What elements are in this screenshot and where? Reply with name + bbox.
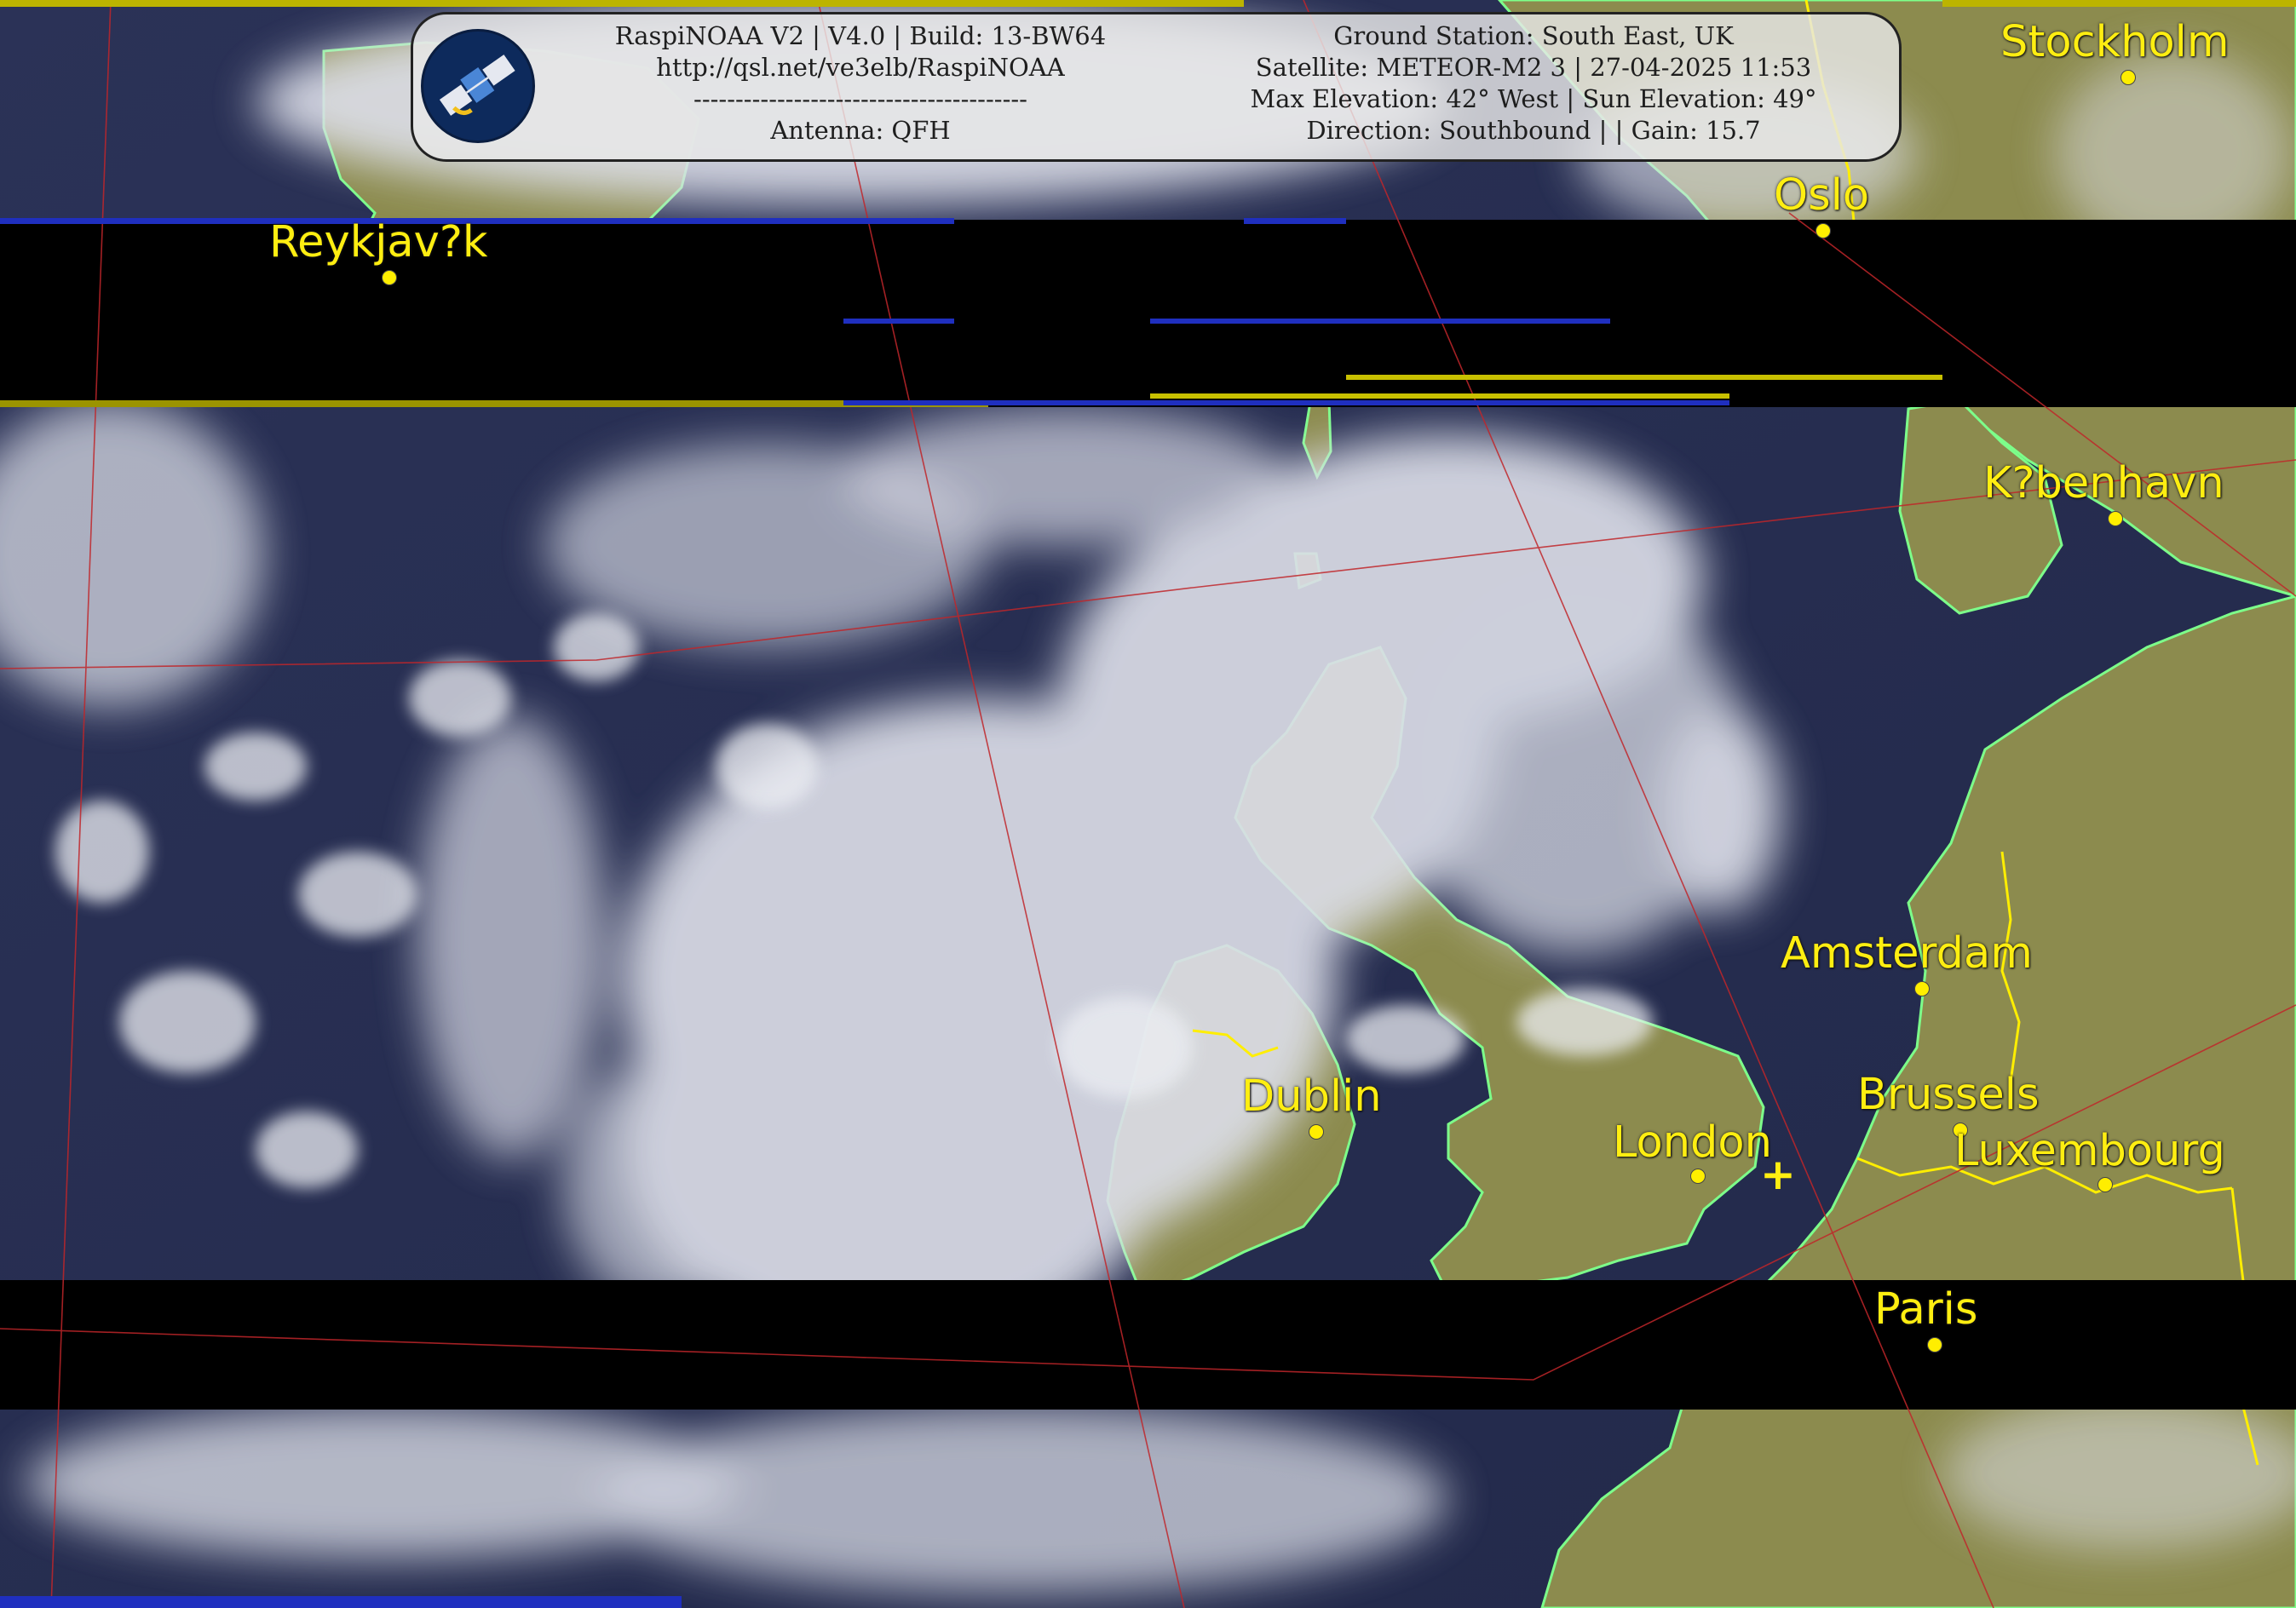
city-label-reykjavik: Reykjav?k — [269, 217, 488, 267]
header-direction-gain: Direction: Southbound | | Gain: 15.7 — [1306, 116, 1761, 145]
city-dot-paris — [1927, 1337, 1942, 1352]
city-dot-stockholm — [2120, 70, 2136, 85]
city-label-luxembourg: Luxembourg — [1954, 1126, 2225, 1176]
city-label-paris: Paris — [1874, 1284, 1978, 1335]
city-dot-reykjavik — [382, 270, 397, 285]
plus-icon: + — [1760, 1150, 1796, 1199]
city-label-amsterdam: Amsterdam — [1781, 928, 2033, 979]
city-label-brussels: Brussels — [1857, 1070, 2040, 1120]
header-right-info: Ground Station: South East, UK Satellite… — [1176, 20, 1891, 146]
city-label-dublin: Dublin — [1241, 1071, 1382, 1122]
header-antenna: Antenna: QFH — [770, 116, 951, 145]
header-left-info: RaspiNOAA V2 | V4.0 | Build: 13-BW64 htt… — [545, 20, 1176, 146]
city-dot-kobenhavn — [2108, 511, 2123, 526]
city-label-london: London — [1613, 1117, 1772, 1168]
city-dot-london — [1690, 1169, 1706, 1184]
header-ground-station: Ground Station: South East, UK — [1333, 21, 1734, 50]
header-elevation: Max Elevation: 42° West | Sun Elevation:… — [1250, 84, 1817, 113]
city-dot-luxembourg — [2097, 1177, 2113, 1192]
city-dot-dublin — [1309, 1124, 1324, 1140]
satellite-icon — [421, 29, 535, 143]
header-url: http://qsl.net/ve3elb/RaspiNOAA — [656, 53, 1065, 82]
city-label-stockholm: Stockholm — [2000, 17, 2230, 67]
city-dot-amsterdam — [1914, 981, 1930, 996]
header-divider: ---------------------------------------- — [693, 84, 1027, 113]
city-label-kobenhavn: K?benhavn — [1983, 458, 2224, 508]
header-app-version: RaspiNOAA V2 | V4.0 | Build: 13-BW64 — [614, 21, 1107, 50]
city-dot-oslo — [1816, 223, 1831, 238]
header-satellite: Satellite: METEOR-M2 3 | 27-04-2025 11:5… — [1255, 53, 1812, 82]
city-label-oslo: Oslo — [1774, 170, 1870, 221]
